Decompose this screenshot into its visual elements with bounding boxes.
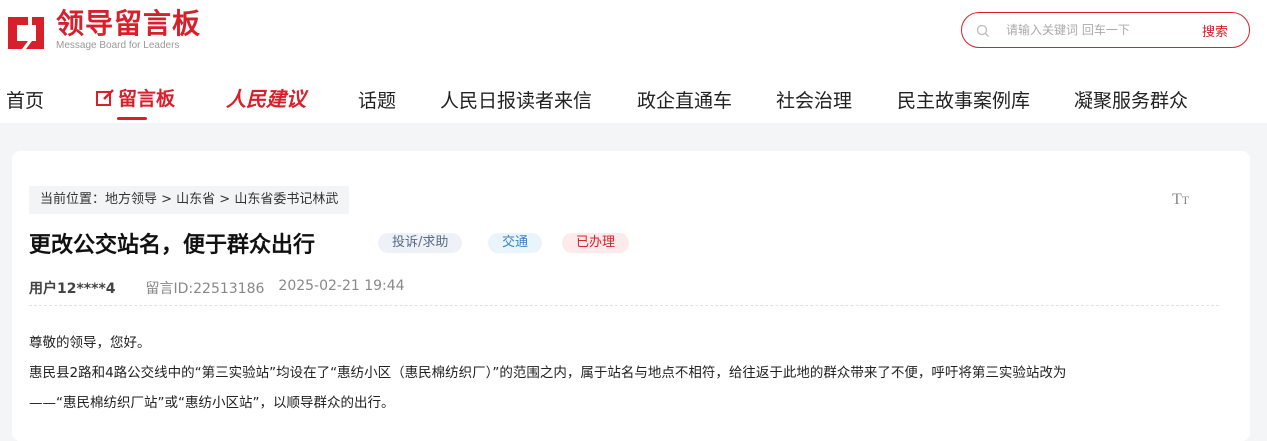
message-card: 当前位置：地方领导 > 山东省 > 山东省委书记林武 TT 更改公交站名，便于群…	[12, 151, 1250, 441]
category-badge: 投诉/求助	[378, 233, 463, 253]
search-button[interactable]: 搜索	[1202, 21, 1228, 40]
header: 领导留言板 Message Board for Leaders 搜索 首页 留言…	[0, 0, 1267, 123]
body-paragraph: ——“惠民棉纺织厂站”或“惠纺小区站”，以顺导群众的出行。	[29, 395, 395, 411]
status-badge: 已办理	[562, 233, 630, 253]
nav-item-social-governance[interactable]: 社会治理	[776, 86, 852, 113]
site-logo[interactable]: 领导留言板 Message Board for Leaders	[6, 8, 201, 56]
message-meta: 用户12****4 留言ID:22513186 2025-02-21 19:44	[29, 278, 405, 298]
search-icon	[976, 23, 990, 37]
logo-mark-icon	[6, 11, 46, 51]
author-name: 用户12****4	[29, 281, 116, 297]
nav-item-home[interactable]: 首页	[6, 86, 44, 113]
message-id: 留言ID:22513186	[145, 281, 265, 297]
edit-icon	[96, 88, 114, 106]
logo-subtitle: Message Board for Leaders	[56, 40, 180, 51]
message-datetime: 2025-02-21 19:44	[278, 278, 405, 294]
nav-item-topics[interactable]: 话题	[358, 86, 396, 113]
nav-item-message-board[interactable]: 留言板	[95, 84, 175, 111]
search-box: 搜索	[961, 12, 1250, 48]
divider	[29, 305, 1219, 306]
body-paragraph: 尊敬的领导，您好。	[29, 335, 151, 351]
field-badge: 交通	[488, 233, 543, 253]
body-paragraph: 惠民县2路和4路公交线中的“第三实验站”均设在了“惠纺小区（惠民棉纺织厂）”的范…	[29, 365, 1067, 381]
nav-item-serve-masses[interactable]: 凝聚服务群众	[1074, 86, 1188, 113]
search-input[interactable]	[1006, 23, 1186, 37]
breadcrumb: 当前位置：地方领导 > 山东省 > 山东省委书记林武	[29, 186, 350, 214]
nav-item-label: 留言板	[118, 88, 176, 110]
nav-item-readers-letters[interactable]: 人民日报读者来信	[440, 86, 592, 113]
nav-item-gov-enterprise[interactable]: 政企直通车	[637, 86, 732, 113]
page-title: 更改公交站名，便于群众出行	[29, 233, 316, 258]
nav-active-indicator	[117, 117, 147, 120]
nav-item-democracy-cases[interactable]: 民主故事案例库	[897, 86, 1030, 113]
nav-item-people-suggestion[interactable]: 人民建议	[226, 83, 306, 112]
font-size-icon[interactable]: TT	[1172, 191, 1189, 209]
logo-title: 领导留言板	[56, 7, 202, 40]
